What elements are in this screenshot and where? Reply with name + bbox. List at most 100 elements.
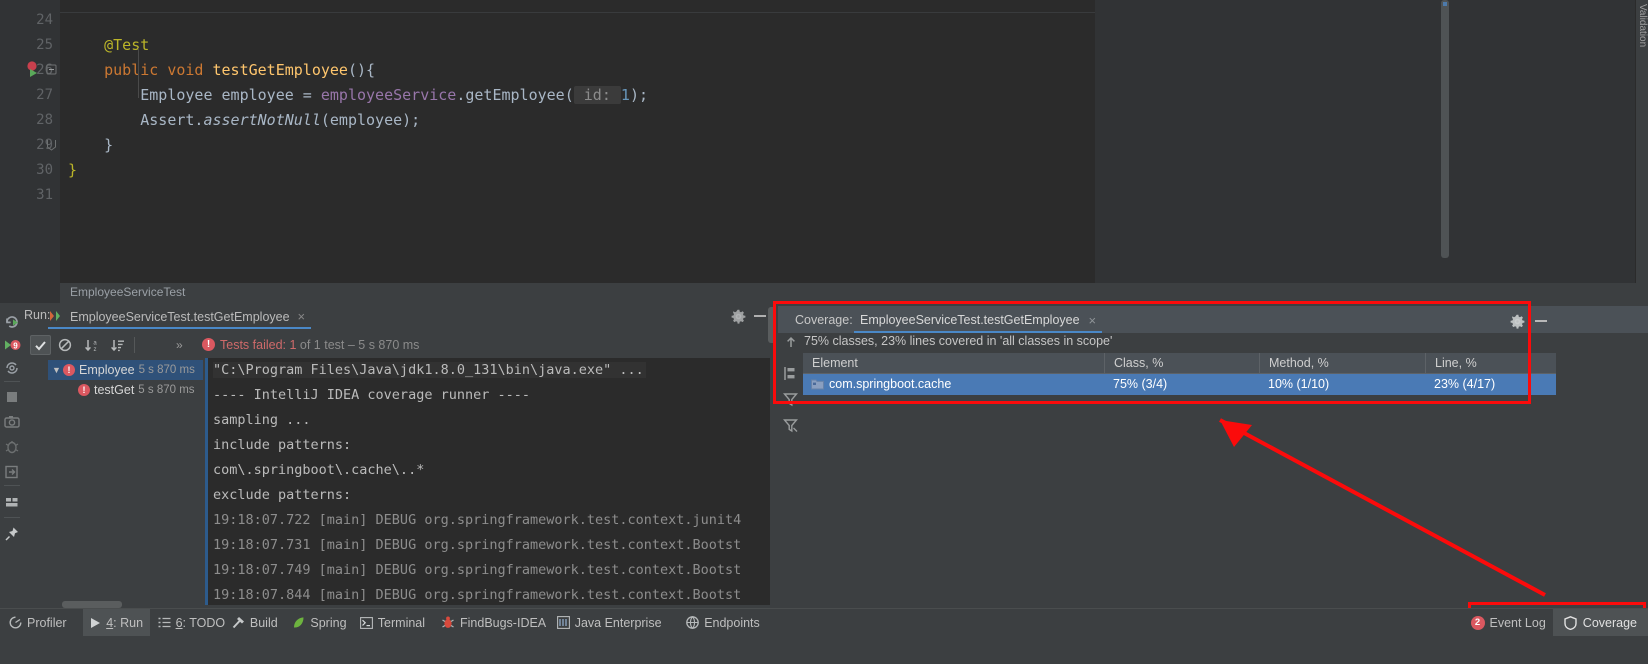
rail-divider-2 xyxy=(4,485,20,486)
statusbar-item-terminal[interactable]: Terminal xyxy=(353,609,432,636)
code-token: testGetEmployee xyxy=(212,61,348,79)
rerun-failed-tests-icon[interactable]: 9 xyxy=(3,336,21,354)
code-line[interactable]: } xyxy=(68,161,77,179)
statusbar-item-endpoints[interactable]: Endpoints xyxy=(679,609,767,636)
run-test-gutter-icon[interactable] xyxy=(26,61,42,77)
profiler-icon xyxy=(9,616,22,629)
test-results-tree[interactable]: ▼! Employee 5 s 870 ms! testGet 5 s 870 ms xyxy=(48,358,203,601)
code-token: assertNotNull xyxy=(203,111,321,129)
minimize-run-panel-icon[interactable] xyxy=(754,315,766,317)
findbugs-icon xyxy=(441,616,455,629)
code-token: employeeService xyxy=(320,86,457,104)
statusbar-item-number: 6 xyxy=(175,615,183,630)
flatten-packages-icon[interactable] xyxy=(782,365,799,382)
gear-icon[interactable] xyxy=(1510,314,1525,329)
event-log-button[interactable]: 2 Event Log xyxy=(1464,609,1553,636)
show-ignored-toggle[interactable] xyxy=(54,335,75,355)
coverage-column-header[interactable]: Class, % xyxy=(1104,353,1259,374)
statusbar-item-label: Java Enterprise xyxy=(574,615,662,630)
code-token: ); xyxy=(629,86,648,104)
java-enterprise-icon xyxy=(556,616,570,629)
coverage-label: Coverage: xyxy=(795,313,853,327)
coverage-column-header[interactable]: Method, % xyxy=(1259,353,1425,374)
coverage-column-header[interactable]: Element xyxy=(803,353,1104,374)
coverage-tab[interactable]: EmployeeServiceTest.testGetEmployee × xyxy=(854,309,1103,333)
coverage-column-header[interactable]: Line, % xyxy=(1425,353,1556,374)
coverage-table-body[interactable]: com.springboot.cache 75% (3/4) 10% (1/10) 2… xyxy=(803,374,1556,395)
toolbar-divider xyxy=(134,337,135,353)
close-icon[interactable]: × xyxy=(1089,314,1097,327)
tree-expand-arrow[interactable]: ▼ xyxy=(52,365,63,375)
test-tree-node[interactable]: ▼! Employee 5 s 870 ms xyxy=(48,360,203,380)
code-line[interactable]: Employee employee = employeeService.getE… xyxy=(68,86,648,104)
close-icon[interactable]: × xyxy=(298,310,306,323)
statusbar-item-spring[interactable]: Spring xyxy=(285,609,353,636)
run-toolbar: a z » ! Tests failed: 1 of 1 test – 5 s … xyxy=(24,332,770,358)
debug-icon[interactable] xyxy=(3,438,21,456)
gutter-line-number: 28 xyxy=(36,112,53,128)
layout-icon[interactable] xyxy=(3,493,21,511)
expand-toolbar-chevrons[interactable]: » xyxy=(176,338,183,352)
statusbar-item-build[interactable]: Build xyxy=(225,609,285,636)
spring-leaf-icon xyxy=(292,616,305,629)
code-line[interactable]: } xyxy=(68,136,113,154)
run-console-output[interactable]: "C:\Program Files\Java\jdk1.8.0_131\bin\… xyxy=(205,358,770,605)
go-up-icon[interactable] xyxy=(784,335,798,349)
code-editor[interactable]: 24 25 26 27 28 29 30 31 @Test public void testG… xyxy=(0,0,1648,283)
editor-gutter[interactable]: 24 25 26 27 28 29 30 31 xyxy=(0,0,60,283)
status-bar: 2 Event Log Coverage Profiler 4: Run 6: TO… xyxy=(0,608,1648,636)
intellij-idea-window: 24 25 26 27 28 29 30 31 @Test public void testG… xyxy=(0,0,1648,664)
console-line: 19:18:07.722 [main] DEBUG org.springfram… xyxy=(213,512,742,528)
test-status-message: Tests failed: 1 of 1 test – 5 s 870 ms xyxy=(220,338,419,352)
sort-alphabetically-icon[interactable]: a z xyxy=(81,335,102,355)
filter-secondary-icon[interactable] xyxy=(782,417,799,434)
editor-scrollbar-thumb[interactable] xyxy=(1441,0,1449,258)
table-row[interactable]: com.springboot.cache 75% (3/4) 10% (1/10) 2… xyxy=(803,374,1556,395)
validation-sidebar-tab[interactable]: Validation xyxy=(1635,0,1648,283)
breadcrumb-class-name[interactable]: EmployeeServiceTest xyxy=(70,285,185,299)
editor-top-separator xyxy=(60,12,1095,13)
minimize-coverage-panel-icon[interactable] xyxy=(1535,320,1547,322)
stop-icon[interactable] xyxy=(3,388,21,406)
statusbar-item-findbugsidea[interactable]: FindBugs-IDEA xyxy=(434,609,553,636)
code-line[interactable]: public void testGetEmployee(){ xyxy=(68,61,375,79)
rerun-icon[interactable] xyxy=(3,313,21,331)
editor-code-lines[interactable]: @Test public void testGetEmployee(){ Emp… xyxy=(60,0,1095,283)
status-prefix: Tests failed: xyxy=(220,338,290,352)
todo-icon xyxy=(158,617,171,629)
test-name: testGet xyxy=(94,383,135,397)
run-tab-label: EmployeeServiceTest.testGetEmployee xyxy=(70,309,290,324)
fold-marker-end[interactable] xyxy=(46,139,60,151)
console-line: sampling ... xyxy=(213,412,311,428)
code-line[interactable]: Assert.assertNotNull(employee); xyxy=(68,111,420,129)
statusbar-item-run[interactable]: 4: Run xyxy=(83,609,151,636)
gear-icon[interactable] xyxy=(731,309,746,324)
coverage-table[interactable]: Element Class, % Method, % Line, % com.spri… xyxy=(803,353,1556,395)
statusbar-item-label: Build xyxy=(249,615,278,630)
toggle-auto-test-icon[interactable] xyxy=(3,359,21,377)
console-horizontal-scrollbar[interactable] xyxy=(62,601,122,608)
console-vertical-scrollbar[interactable] xyxy=(768,307,776,343)
filter-icon[interactable] xyxy=(782,391,799,408)
statusbar-item-todo[interactable]: 6: TODO xyxy=(151,609,233,636)
screenshot-camera-icon[interactable] xyxy=(3,413,21,431)
console-line: exclude patterns: xyxy=(213,487,352,503)
code-token: .getEmployee( xyxy=(456,86,574,104)
statusbar-item-label: Terminal xyxy=(377,615,426,630)
export-icon[interactable] xyxy=(3,463,21,481)
fold-marker[interactable] xyxy=(46,64,60,76)
show-passed-toggle[interactable] xyxy=(30,335,51,355)
pin-icon[interactable] xyxy=(3,525,21,543)
coverage-statusbar-label: Coverage xyxy=(1582,615,1637,630)
code-token: public xyxy=(104,61,159,79)
console-line: 19:18:07.731 [main] DEBUG org.springfram… xyxy=(213,537,742,553)
coverage-statusbar-button[interactable]: Coverage xyxy=(1552,609,1648,636)
run-tool-window-header: Run: EmployeeServiceTest.testGetEmployee… xyxy=(24,303,770,329)
run-tab[interactable]: EmployeeServiceTest.testGetEmployee × xyxy=(48,306,312,329)
sort-by-duration-icon[interactable] xyxy=(107,335,128,355)
statusbar-item-javaenterprise[interactable]: Java Enterprise xyxy=(550,609,669,636)
test-tree-node[interactable]: ! testGet 5 s 870 ms xyxy=(48,380,203,400)
rail-divider-3 xyxy=(4,517,20,518)
statusbar-item-profiler[interactable]: Profiler xyxy=(2,609,74,636)
